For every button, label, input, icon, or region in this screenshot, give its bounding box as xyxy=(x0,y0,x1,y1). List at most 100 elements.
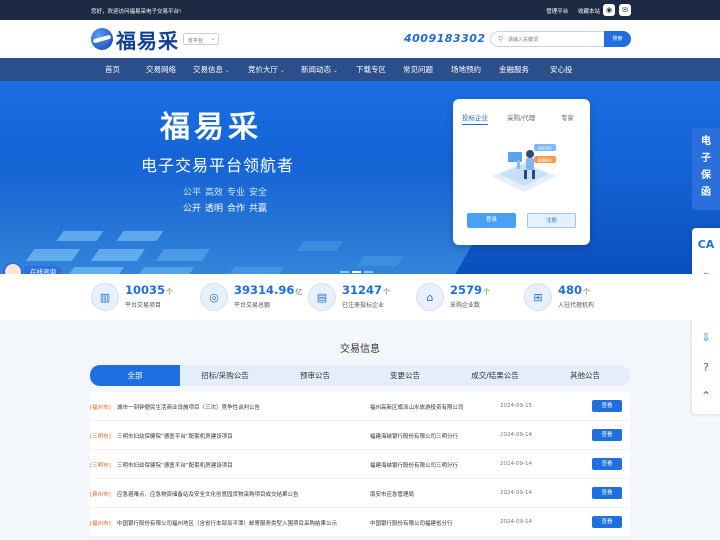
row-title[interactable]: 中国银行股份有限公司福州地区（含省行本部及平潭）邮寄服务类型入围项目采购结果公示 xyxy=(117,519,367,527)
tab-tender-notice[interactable]: 招标/采购公告 xyxy=(180,365,270,386)
search-icon: ⚲ xyxy=(498,35,504,43)
nav-faq[interactable]: 常见问题 xyxy=(403,58,433,81)
top-bar: 您好，欢迎访问福易采电子交易平台! 管理平台 收藏本站 ◉ ✉ xyxy=(0,0,720,20)
view-button[interactable]: 查看 xyxy=(592,429,622,441)
carousel-dot[interactable] xyxy=(352,271,361,273)
row-org: 福建海峡银行股份有限公司三明分行 xyxy=(370,434,459,440)
tab-purchaser[interactable]: 采购/代理 xyxy=(507,112,535,122)
stat-label: 采购企业数 xyxy=(450,302,481,309)
register-button[interactable]: 注册 xyxy=(527,213,576,228)
carousel-dot[interactable] xyxy=(340,271,349,273)
nav-home[interactable]: 首页 xyxy=(105,58,120,81)
nav-finance[interactable]: 金融服务 xyxy=(499,58,529,81)
stat-value: 10035 xyxy=(125,283,166,297)
view-button[interactable]: 查看 xyxy=(592,516,622,528)
side-toolbar: CA ◎ ☏ ⇩ ? ⌃ xyxy=(692,228,720,414)
login-button[interactable]: 登录 xyxy=(467,213,516,228)
carousel-dot[interactable] xyxy=(364,271,373,273)
tab-bidder[interactable]: 投标企业 xyxy=(462,112,488,125)
row-date: 2024-09-14 xyxy=(500,490,532,496)
bookmark-link[interactable]: 收藏本站 xyxy=(578,9,600,15)
stat-unit: 个 xyxy=(483,288,491,296)
nav-trade-info[interactable]: 交易信息 xyxy=(193,58,230,81)
coins-icon: ◎ xyxy=(200,283,228,311)
login-illustration-icon: 投标项目 数据报告 xyxy=(492,144,556,192)
illustration-tag-1: 投标项目 xyxy=(538,145,552,150)
deco-tile xyxy=(155,249,211,261)
search-input[interactable] xyxy=(508,35,598,44)
tab-all[interactable]: 全部 xyxy=(90,365,180,386)
stats-bar: ▥ 10035个 平台交易项目 ◎ 39314.96亿 平台交易总额 ▤ 312… xyxy=(0,274,720,320)
e-guarantee-button[interactable]: 电子保函 xyxy=(692,128,720,210)
stat-label: 平台交易总额 xyxy=(234,302,271,309)
logo-icon[interactable] xyxy=(91,28,113,50)
ca-button[interactable]: CA xyxy=(692,238,720,251)
deco-tile xyxy=(116,231,164,241)
nav-bidding-hall[interactable]: 竞价大厅 xyxy=(248,58,285,81)
tab-change-notice[interactable]: 变更公告 xyxy=(360,365,450,386)
banner-subtitle: 电子交易平台领航者 xyxy=(141,156,295,175)
row-region: [福州市] xyxy=(90,405,111,411)
banner-keyword: 专业 xyxy=(227,188,246,198)
row-title[interactable]: 应急避难点、应急物资储备站及安全文化创意园货物采购项目成交结果公告 xyxy=(117,490,367,498)
platform-select-value: 省平台 xyxy=(188,38,204,44)
section-title: 交易信息 xyxy=(340,344,380,355)
nav-anxintou[interactable]: 安心投 xyxy=(550,58,573,81)
stat-value: 39314.96 xyxy=(234,283,295,297)
brand-logo[interactable]: 福易采 xyxy=(116,25,179,54)
org-chart-icon: ⊞ xyxy=(524,283,552,311)
table-row[interactable]: [福州市] 城市一刻钟便民生活商业设施项目（三次）竞争性谈判公告 福州高新区旗泽… xyxy=(90,392,630,421)
search-button[interactable]: 搜索 xyxy=(604,31,631,47)
tab-prequal-notice[interactable]: 预审公告 xyxy=(270,365,360,386)
tab-expert[interactable]: 专家 xyxy=(561,112,574,122)
back-to-top-icon[interactable]: ⌃ xyxy=(692,389,720,403)
illustration-tag-2: 数据报告 xyxy=(538,157,552,162)
nav-trade-network[interactable]: 交易网络 xyxy=(146,58,176,81)
row-org: 中国银行股份有限公司福建省分行 xyxy=(370,521,453,527)
table-row[interactable]: [泉州市] 应急避难点、应急物资储备站及安全文化创意园货物采购项目成交结果公告 … xyxy=(90,479,630,508)
nav-news[interactable]: 新闻动态 xyxy=(301,58,338,81)
stat-value: 31247 xyxy=(342,283,383,297)
login-card: 投标企业 采购/代理 专家 投标项目 数据报告 登录 注册 xyxy=(453,99,590,245)
stat-label: 已注册投标企业 xyxy=(342,302,385,309)
row-title[interactable]: 三明市妇幼保健院“德医平台”配套机房建设项目 xyxy=(117,461,367,469)
table-row[interactable]: [三明市] 三明市妇幼保健院“德医平台”配套机房建设项目 福建海峡银行股份有限公… xyxy=(90,421,630,450)
help-icon[interactable]: ? xyxy=(692,361,720,374)
nav-downloads[interactable]: 下载专区 xyxy=(356,58,386,81)
banner-keyword: 合作 xyxy=(227,204,246,214)
view-button[interactable]: 查看 xyxy=(592,458,622,470)
row-org: 南安市应急管理局 xyxy=(370,492,415,498)
table-row[interactable]: [三明市] 三明市妇幼保健院“德医平台”配套机房建设项目 福建海峡银行股份有限公… xyxy=(90,450,630,479)
row-region: [泉州市] xyxy=(90,492,111,498)
stat-label: 平台交易项目 xyxy=(125,302,162,309)
row-title[interactable]: 三明市妇幼保健院“德医平台”配套机房建设项目 xyxy=(117,432,367,440)
admin-platform-link[interactable]: 管理平台 xyxy=(546,9,568,15)
weibo-icon[interactable]: ◉ xyxy=(603,4,615,16)
page: 您好，欢迎访问福易采电子交易平台! 管理平台 收藏本站 ◉ ✉ 福易采 省平台 … xyxy=(0,0,720,540)
deco-tile xyxy=(296,241,344,251)
search-box: ⚲ xyxy=(490,31,604,47)
nav-venue-booking[interactable]: 场地预约 xyxy=(451,58,481,81)
stat-unit: 个 xyxy=(166,288,174,296)
hotline-number: 4009183302 xyxy=(404,32,486,45)
row-region: [三明市] xyxy=(90,463,111,469)
banner-title: 福易采 xyxy=(160,110,262,145)
row-title[interactable]: 城市一刻钟便民生活商业设施项目（三次）竞争性谈判公告 xyxy=(117,403,367,411)
table-row[interactable]: [福州市] 中国银行股份有限公司福州地区（含省行本部及平潭）邮寄服务类型入围项目… xyxy=(90,508,630,537)
deco-tile xyxy=(135,267,195,274)
row-date: 2024-09-14 xyxy=(500,519,532,525)
view-button[interactable]: 查看 xyxy=(592,487,622,499)
deco-tile xyxy=(90,249,146,261)
deco-tile xyxy=(225,267,285,274)
hero-banner[interactable] xyxy=(0,81,720,274)
tab-result-notice[interactable]: 成交/结果公告 xyxy=(450,365,540,386)
books-icon: ▥ xyxy=(91,283,119,311)
platform-select[interactable]: 省平台 ⌄ xyxy=(183,33,219,45)
banner-keyword: 安全 xyxy=(249,188,268,198)
view-button[interactable]: 查看 xyxy=(592,400,622,412)
wechat-icon[interactable]: ✉ xyxy=(619,4,631,16)
tab-other-notice[interactable]: 其他公告 xyxy=(540,365,630,386)
house-icon: ⌂ xyxy=(416,283,444,311)
banner-keyword: 共赢 xyxy=(249,204,268,214)
row-date: 2024-09-15 xyxy=(500,403,532,409)
